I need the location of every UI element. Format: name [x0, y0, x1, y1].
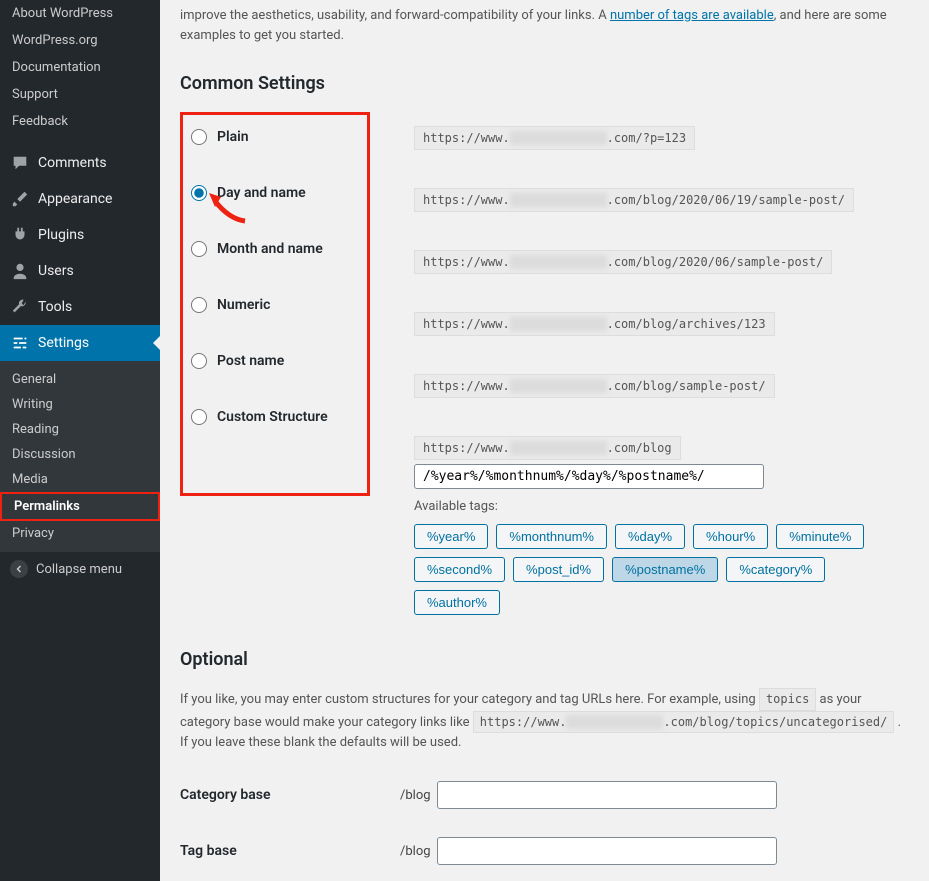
label-numeric[interactable]: Numeric	[217, 297, 270, 313]
sidebar-item-tools[interactable]: Tools	[0, 289, 160, 325]
sidebar-sub-writing[interactable]: Writing	[0, 392, 160, 417]
sidebar-item-feedback[interactable]: Feedback	[0, 108, 160, 135]
sidebar-sub-discussion[interactable]: Discussion	[0, 442, 160, 467]
category-base-label: Category base	[180, 787, 400, 803]
heading-common-settings: Common Settings	[180, 73, 909, 94]
tag-post_id[interactable]: %post_id%	[513, 557, 604, 582]
tags-container: %year% %monthnum% %day% %hour% %minute% %seco…	[414, 524, 909, 615]
radio-month-and-name[interactable]	[191, 241, 207, 257]
sidebar-item-docs[interactable]: Documentation	[0, 54, 160, 81]
sidebar-item-appearance[interactable]: Appearance	[0, 181, 160, 217]
example-custom: https://www.xxxx.com/blog	[414, 436, 681, 460]
example-month-and-name: https://www.xxxx.com/blog/2020/06/sample…	[414, 250, 832, 274]
brush-icon	[10, 189, 30, 209]
tag-base-input[interactable]	[437, 837, 777, 865]
label-plain[interactable]: Plain	[217, 129, 249, 145]
sidebar-item-comments[interactable]: Comments	[0, 145, 160, 181]
tag-postname[interactable]: %postname%	[612, 557, 718, 582]
sidebar-item-users[interactable]: Users	[0, 253, 160, 289]
example-day-and-name: https://www.xxxx.com/blog/2020/06/19/sam…	[414, 188, 854, 212]
wrench-icon	[10, 297, 30, 317]
sidebar-item-plugins[interactable]: Plugins	[0, 217, 160, 253]
radio-plain[interactable]	[191, 129, 207, 145]
label-post-name[interactable]: Post name	[217, 353, 284, 369]
permalink-options-box: Plain Day and name Month and name Numeri…	[180, 112, 370, 496]
label-custom-structure[interactable]: Custom Structure	[217, 409, 328, 425]
comments-icon	[10, 153, 30, 173]
active-arrow-icon	[153, 335, 161, 351]
sidebar-item-wporg[interactable]: WordPress.org	[0, 27, 160, 54]
optional-description: If you like, you may enter custom struct…	[180, 688, 909, 753]
user-icon	[10, 261, 30, 281]
label-month-and-name[interactable]: Month and name	[217, 241, 323, 257]
tag-hour[interactable]: %hour%	[693, 524, 768, 549]
sidebar-sub-reading[interactable]: Reading	[0, 417, 160, 442]
radio-custom-structure[interactable]	[191, 409, 207, 425]
heading-optional: Optional	[180, 649, 909, 670]
sidebar-sub-general[interactable]: General	[0, 367, 160, 392]
intro-link[interactable]: number of tags are available	[610, 8, 774, 23]
sidebar-sub-permalinks[interactable]: Permalinks	[0, 492, 160, 521]
example-post-name: https://www.xxxx.com/blog/sample-post/	[414, 374, 775, 398]
example-numeric: https://www.xxxx.com/blog/archives/123	[414, 312, 775, 336]
available-tags-label: Available tags:	[414, 499, 909, 514]
collapse-menu[interactable]: Collapse menu	[0, 552, 160, 586]
example-plain: https://www.xxxx.com/?p=123	[414, 126, 695, 150]
tag-year[interactable]: %year%	[414, 524, 488, 549]
category-base-input[interactable]	[437, 781, 777, 809]
collapse-icon	[10, 560, 28, 578]
intro-text: improve the aesthetics, usability, and f…	[180, 6, 909, 45]
tag-minute[interactable]: %minute%	[776, 524, 864, 549]
tag-base-label: Tag base	[180, 843, 400, 859]
sidebar-item-support[interactable]: Support	[0, 81, 160, 108]
sidebar-sub-media[interactable]: Media	[0, 467, 160, 492]
category-base-prefix: /blog	[400, 788, 431, 803]
radio-post-name[interactable]	[191, 353, 207, 369]
tag-day[interactable]: %day%	[615, 524, 685, 549]
custom-structure-input[interactable]	[414, 464, 764, 489]
sidebar-item-settings[interactable]: Settings	[0, 325, 160, 361]
tag-second[interactable]: %second%	[414, 557, 505, 582]
tag-author[interactable]: %author%	[414, 590, 500, 615]
annotation-arrow-icon	[207, 191, 249, 225]
plug-icon	[10, 225, 30, 245]
radio-day-and-name[interactable]	[191, 185, 207, 201]
sliders-icon	[10, 333, 30, 353]
sidebar-sub-privacy[interactable]: Privacy	[0, 521, 160, 546]
sidebar-item-about[interactable]: About WordPress	[0, 0, 160, 27]
radio-numeric[interactable]	[191, 297, 207, 313]
tag-category[interactable]: %category%	[726, 557, 825, 582]
tag-base-prefix: /blog	[400, 844, 431, 859]
tag-monthnum[interactable]: %monthnum%	[496, 524, 607, 549]
